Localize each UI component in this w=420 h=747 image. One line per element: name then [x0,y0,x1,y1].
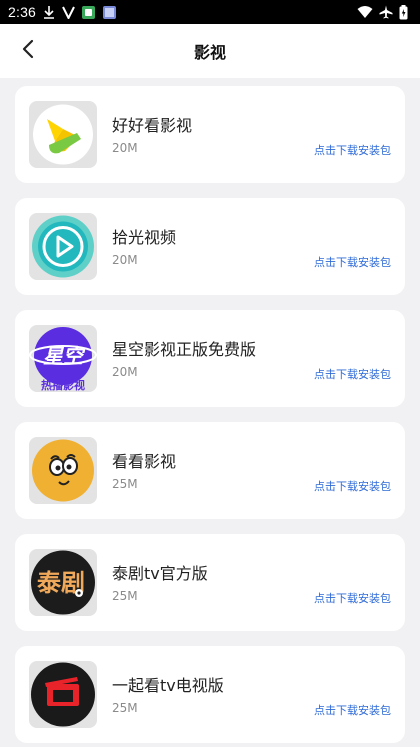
taiju-logo-icon: 泰剧 [29,549,97,616]
download-link[interactable]: 点击下载安装包 [314,254,391,270]
app-card[interactable]: 一起看tv电视版 25M 点击下载安装包 [15,646,405,743]
download-link[interactable]: 点击下载安装包 [314,366,391,382]
status-bar: 2:36 [0,0,420,24]
app-card[interactable]: 拾光视频 20M 点击下载安装包 [15,198,405,295]
shiguang-play-icon [29,213,97,280]
download-link[interactable]: 点击下载安装包 [314,478,391,494]
back-button[interactable] [12,35,44,67]
app-name: 好好看影视 [112,116,193,135]
download-link[interactable]: 点击下载安装包 [314,142,391,158]
app-card[interactable]: 好好看影视 20M 点击下载安装包 [15,86,405,183]
app-name: 星空影视正版免费版 [112,340,257,359]
icon-text-sub: 热播影视 [41,378,85,392]
kankan-face-icon [29,437,97,504]
app-size: 25M [112,701,138,715]
app-card[interactable]: 泰剧 泰剧tv官方版 25M 点击下载安装包 [15,534,405,631]
app-size: 25M [112,477,138,491]
battery-icon [399,4,408,20]
download-icon [42,5,56,19]
icon-text-main: 星空 [43,344,86,368]
photo-icon [81,5,96,20]
status-time: 2:36 [8,4,37,20]
app-card[interactable]: 看看影视 25M 点击下载安装包 [15,422,405,519]
wifi-icon [357,5,373,19]
download-link[interactable]: 点击下载安装包 [314,702,391,718]
app-size: 20M [112,141,138,155]
haohaokan-logo-icon [29,101,97,168]
app-name: 看看影视 [112,452,177,471]
airplane-icon [379,5,393,19]
app-size: 25M [112,589,138,603]
app-bar: 影视 [0,24,420,78]
app-name: 一起看tv电视版 [112,676,224,695]
chevron-left-icon [21,39,35,63]
app-name: 泰剧tv官方版 [112,564,208,583]
xingkong-logo-icon: 星空 热播影视 [29,325,97,392]
app-name: 拾光视频 [112,228,177,247]
app-size: 20M [112,253,138,267]
page-title: 影视 [193,43,226,62]
download-link[interactable]: 点击下载安装包 [314,590,391,606]
app-card[interactable]: 星空 热播影视 星空影视正版免费版 20M 点击下载安装包 [15,310,405,407]
yiqikan-tv-icon [29,661,97,728]
gallery-icon [102,5,117,20]
v-icon [62,6,75,19]
app-size: 20M [112,365,138,379]
